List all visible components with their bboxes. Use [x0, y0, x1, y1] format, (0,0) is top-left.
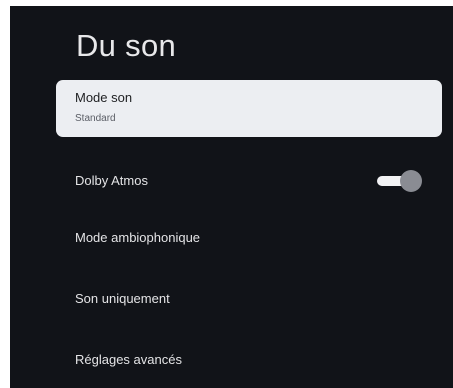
page-title: Du son — [76, 28, 177, 63]
menu-item-advanced-settings-label: Réglages avancés — [75, 351, 182, 367]
menu-item-sound-only[interactable]: Son uniquement — [75, 278, 435, 318]
sound-settings-panel: Du son Mode son Standard Dolby Atmos Mod… — [10, 6, 453, 388]
menu-item-sound-only-label: Son uniquement — [75, 290, 170, 306]
menu-item-advanced-settings[interactable]: Réglages avancés — [75, 339, 435, 379]
menu-item-surround-mode-label: Mode ambiophonique — [75, 229, 201, 245]
menu-item-sound-mode-label: Mode son — [75, 90, 133, 105]
menu-item-dolby-atmos-label: Dolby Atmos — [75, 172, 148, 188]
menu-item-sound-mode-value: Standard — [75, 113, 116, 124]
menu-item-sound-mode[interactable]: Mode son Standard — [56, 80, 442, 137]
toggle-knob — [400, 170, 422, 192]
menu-item-surround-mode[interactable]: Mode ambiophonique — [75, 217, 435, 257]
dolby-atmos-toggle[interactable] — [377, 170, 423, 192]
